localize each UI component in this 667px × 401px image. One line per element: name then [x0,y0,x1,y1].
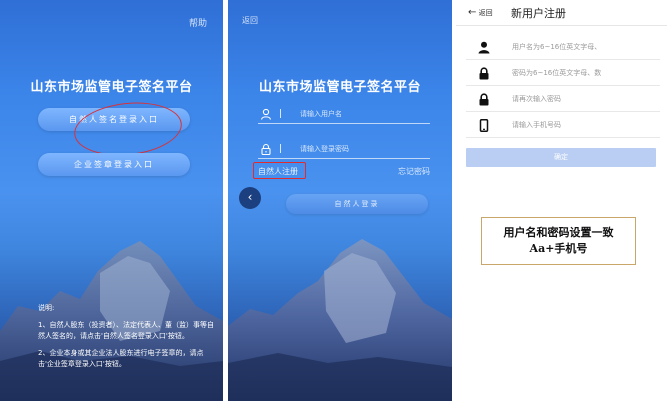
back-button[interactable]: ← 返回 [468,7,493,18]
user-icon [260,108,272,120]
natural-person-login-screen: 返回 山东市场监管电子签名平台 自然人注册 忘记密码 ‹ 自然人登录 [228,0,452,401]
help-link[interactable]: 帮助 [189,16,207,29]
chevron-left-icon[interactable]: ‹ [239,187,261,209]
password-row [466,61,660,86]
username-row [258,106,430,124]
username-input[interactable] [512,40,656,54]
enterprise-seal-login-button[interactable]: 企业签章登录入口 [38,153,190,176]
highlight-box [253,162,306,179]
new-user-register-screen: ← 返回 新用户注册 确定 用户名和密码设置一致 [456,0,667,401]
lock-icon [261,143,271,155]
annotation-box: 用户名和密码设置一致 Aa+手机号 [481,217,636,265]
phone-icon [479,119,489,132]
note-natural-person: 1、自然人股东（投资者）、法定代表人、董（监）事等自然人签名的，请点击'自然人签… [38,321,214,340]
field-separator [280,109,281,118]
platform-title: 山东市场监管电子签名平台 [30,80,193,95]
phone-row [466,113,660,138]
back-label: 返回 [478,9,493,17]
confirm-button[interactable]: 确定 [466,148,656,167]
password-input[interactable] [512,66,656,80]
password-input[interactable] [300,142,428,156]
password-row [258,141,430,159]
username-row [466,35,660,60]
lock-icon [479,67,489,80]
instructions: 说明: 1、自然人股东（投资者）、法定代表人、董（监）事等自然人签名的，请点击'… [38,303,216,376]
confirm-password-row [466,87,660,112]
lock-icon [479,93,489,106]
app-header: ← 返回 新用户注册 [456,0,667,26]
annotation-line-2: Aa+手机号 [529,242,588,255]
note-enterprise: 2、企业本身或其企业法人股东进行电子签章的，请点击'企业签章登录入口'按钮。 [38,349,204,368]
page-title: 新用户注册 [511,7,566,20]
arrow-left-icon: ← [468,7,477,18]
forgot-password-link[interactable]: 忘记密码 [398,166,430,177]
phone-input[interactable] [512,118,656,132]
platform-title: 山东市场监管电子签名平台 [258,80,421,95]
confirm-password-input[interactable] [512,92,656,106]
username-input[interactable] [300,107,428,121]
mountain-rock-image [228,239,452,401]
field-separator [280,144,281,153]
back-link[interactable]: 返回 [242,15,258,26]
login-entry-screen: 帮助 山东市场监管电子签名平台 自然人签名登录入口 企业签章登录入口 说明: 1… [0,0,223,401]
notes-heading: 说明: [38,304,55,312]
person-icon [478,41,490,54]
natural-person-login-button[interactable]: 自然人登录 [286,194,428,214]
annotation-line-1: 用户名和密码设置一致 [503,226,614,239]
highlight-ellipse [71,97,185,161]
